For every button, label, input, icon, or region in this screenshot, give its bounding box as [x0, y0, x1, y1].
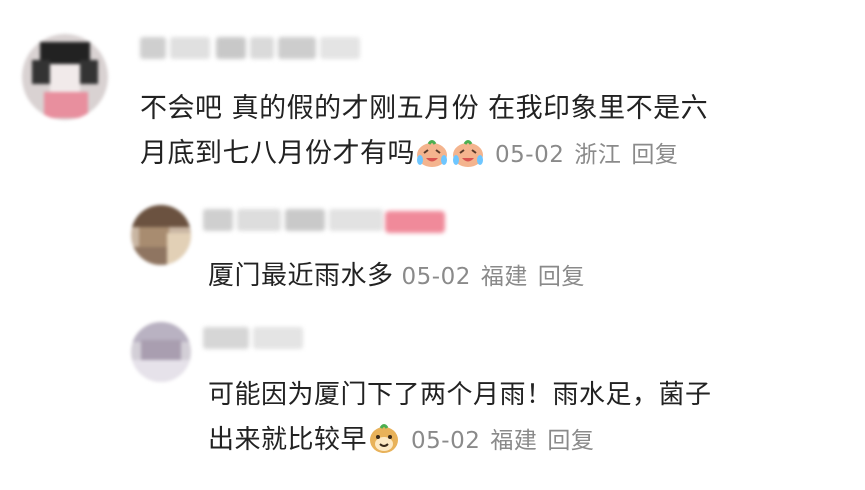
avatar[interactable] [131, 322, 191, 382]
reply-line: 出来就比较早 [208, 425, 368, 455]
reply-location: 福建 [480, 264, 528, 290]
avatar[interactable] [131, 205, 191, 265]
comment-location: 浙江 [574, 142, 622, 168]
reply-date: 05-02 [401, 264, 471, 290]
reply-body: 厦门最近雨水多 05-02 福建 回复 [208, 254, 585, 300]
reply-button[interactable]: 回复 [538, 264, 585, 290]
comment-body: 不会吧 真的假的才刚五月份 在我印象里不是六 月底到七八月份才有吗 05-02 浙江… [140, 86, 708, 182]
comment-line: 不会吧 真的假的才刚五月份 在我印象里不是六 [140, 93, 709, 124]
reply-line: 可能因为厦门下了两个月雨！雨水足，菌子 [208, 380, 712, 410]
reply-line-with-meta: 厦门最近雨水多 05-02 福建 回复 [208, 254, 585, 300]
reply-location: 福建 [490, 428, 538, 454]
comment-line-with-meta: 月底到七八月份才有吗 05-02 浙江 回复 [140, 131, 708, 182]
crying-laughing-emoji-icon [451, 137, 485, 182]
reply-text: 厦门最近雨水多 [208, 261, 394, 291]
username-blurred[interactable] [140, 37, 360, 59]
username-blurred[interactable] [203, 209, 383, 231]
comment-line: 月底到七八月份才有吗 [140, 138, 415, 169]
reply-button[interactable]: 回复 [547, 428, 594, 454]
username-blurred[interactable] [203, 327, 303, 349]
reply-line-with-meta: 出来就比较早 05-02 福建 回复 [208, 418, 712, 469]
smiling-dog-emoji-icon [367, 422, 401, 469]
reply-button[interactable]: 回复 [631, 142, 678, 168]
crying-laughing-emoji-icon [415, 137, 449, 182]
avatar[interactable] [22, 34, 108, 120]
reply-body: 可能因为厦门下了两个月雨！雨水足，菌子 出来就比较早 05-02 福建 回复 [208, 373, 712, 469]
comment-meta: 05-02 浙江 回复 [495, 142, 678, 168]
user-badge [385, 211, 445, 233]
reply-date: 05-02 [411, 428, 481, 454]
reply-meta: 05-02 福建 回复 [411, 428, 594, 454]
reply-meta: 05-02 福建 回复 [402, 264, 585, 290]
comment-date: 05-02 [495, 142, 565, 168]
